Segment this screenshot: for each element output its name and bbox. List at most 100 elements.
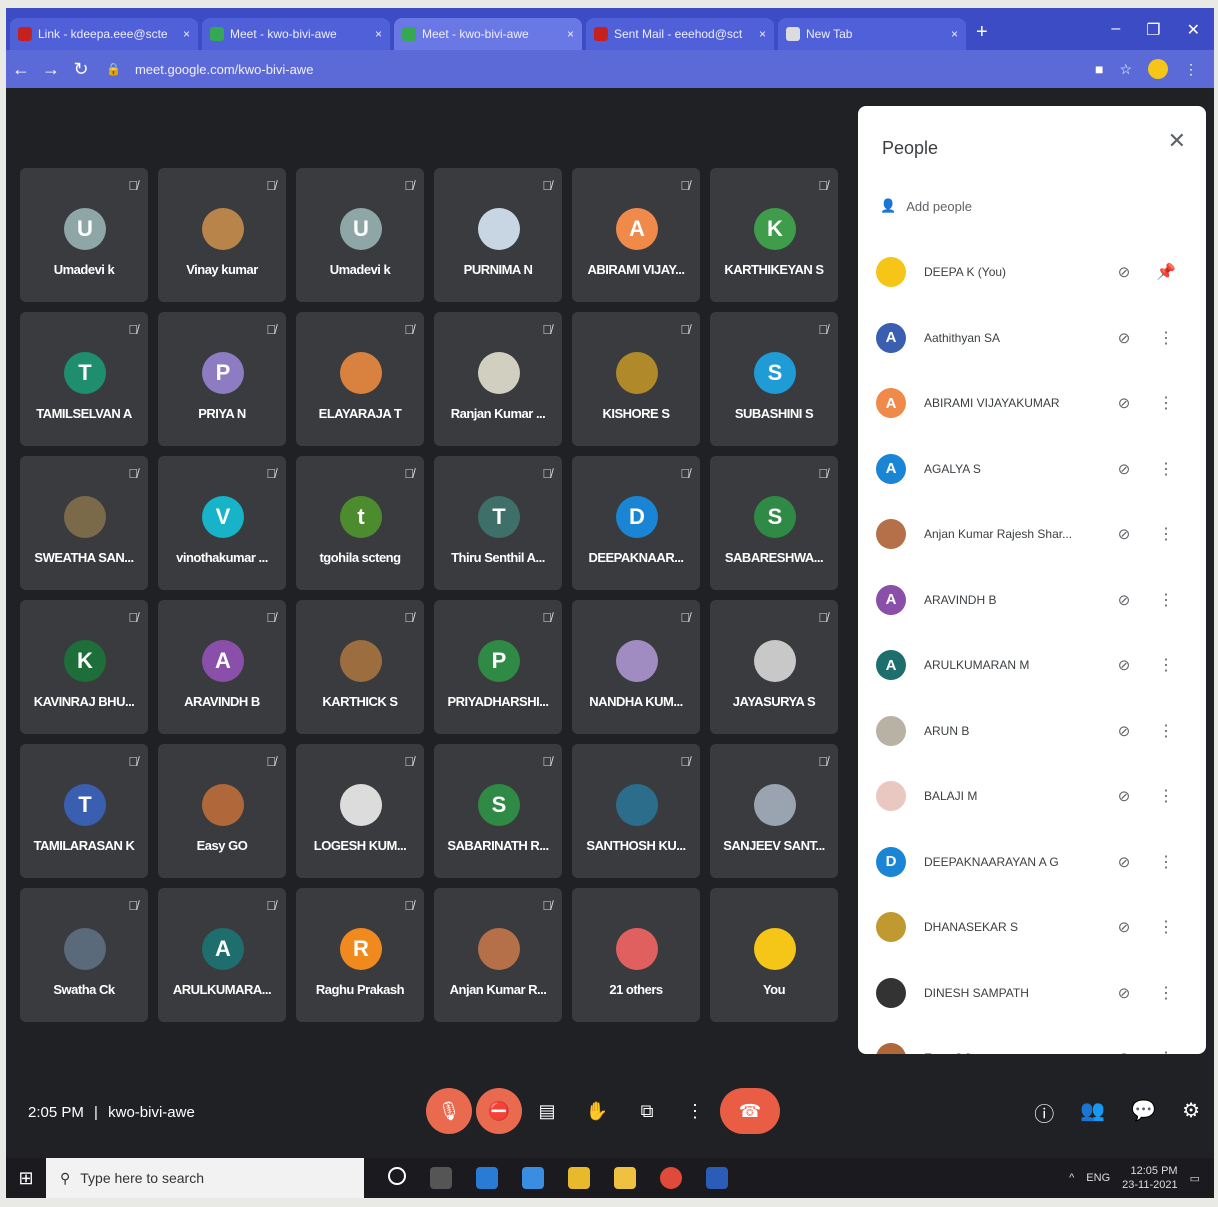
participant-tile[interactable]: 🎙̸ Easy GO bbox=[158, 744, 286, 878]
mic-muted-icon[interactable]: ⊘ bbox=[1114, 591, 1134, 609]
participant-tile[interactable]: 🎙̸ U Umadevi k bbox=[20, 168, 148, 302]
participant-tile[interactable]: 🎙̸ T TAMILARASAN K bbox=[20, 744, 148, 878]
tab-close-icon[interactable]: × bbox=[567, 27, 574, 41]
menu-dots-icon[interactable]: ⋮ bbox=[1184, 61, 1198, 78]
tab-close-icon[interactable]: × bbox=[375, 27, 382, 41]
camera-icon[interactable]: ■ bbox=[1095, 61, 1103, 77]
file-explorer-icon[interactable] bbox=[614, 1167, 636, 1189]
tray-lang[interactable]: ENG bbox=[1086, 1172, 1110, 1184]
participant-tile[interactable]: 🎙̸ P PRIYA N bbox=[158, 312, 286, 446]
participant-tile[interactable]: You bbox=[710, 888, 838, 1022]
participant-tile[interactable]: 🎙̸ SANTHOSH KU... bbox=[572, 744, 700, 878]
forward-icon[interactable]: → bbox=[36, 59, 66, 80]
notifications-icon[interactable]: ▭ bbox=[1190, 1172, 1200, 1185]
mic-muted-icon[interactable]: ⊘ bbox=[1114, 918, 1134, 936]
more-options-icon[interactable]: ⋮ bbox=[1156, 328, 1176, 348]
participant-tile[interactable]: 🎙̸ LOGESH KUM... bbox=[296, 744, 424, 878]
mic-muted-icon[interactable]: ⊘ bbox=[1114, 394, 1134, 412]
participant-tile[interactable]: 🎙̸ T TAMILSELVAN A bbox=[20, 312, 148, 446]
participant-tile[interactable]: 🎙̸ KISHORE S bbox=[572, 312, 700, 446]
restore-icon[interactable]: ❐ bbox=[1146, 20, 1160, 40]
mic-muted-icon[interactable]: ⊘ bbox=[1114, 460, 1134, 478]
mic-muted-icon[interactable]: ⊘ bbox=[1114, 984, 1134, 1002]
participant-tile[interactable]: 🎙̸ Vinay kumar bbox=[158, 168, 286, 302]
add-people-button[interactable]: 👤 Add people bbox=[880, 198, 972, 214]
browser-tab[interactable]: Meet - kwo-bivi-awe × bbox=[394, 18, 582, 50]
mic-muted-icon[interactable]: ⊘ bbox=[1114, 525, 1134, 543]
participant-tile[interactable]: 🎙̸ Vvinothakumar ... bbox=[158, 456, 286, 590]
participant-tile[interactable]: 🎙̸ SWEATHA SAN... bbox=[20, 456, 148, 590]
participant-tile[interactable]: 🎙̸ U Umadevi k bbox=[296, 168, 424, 302]
activities-icon[interactable]: ⚙ bbox=[1182, 1098, 1200, 1127]
participant-tile[interactable]: 🎙̸ A ABIRAMI VIJAY... bbox=[572, 168, 700, 302]
participant-list-item[interactable]: A ARAVINDH B ⊘ ⋮ bbox=[876, 580, 1186, 620]
word-icon[interactable] bbox=[706, 1167, 728, 1189]
mic-muted-icon[interactable]: ⊘ bbox=[1114, 656, 1134, 674]
more-options-icon[interactable]: ⋮ bbox=[1156, 1048, 1176, 1054]
chat-icon[interactable]: 💬 bbox=[1131, 1098, 1156, 1127]
participant-tile[interactable]: 🎙̸ S SUBASHINI S bbox=[710, 312, 838, 446]
tray-time[interactable]: 12:05 PM bbox=[1131, 1165, 1178, 1177]
more-options-icon[interactable]: ⋮ bbox=[1156, 393, 1176, 413]
captions-button[interactable]: ▤ bbox=[530, 1088, 564, 1134]
mic-muted-icon[interactable]: ⊘ bbox=[1114, 263, 1134, 281]
participant-tile[interactable]: 🎙̸ D DEEPAKNAAR... bbox=[572, 456, 700, 590]
reload-icon[interactable]: ↻ bbox=[66, 59, 96, 80]
url-field[interactable]: meet.google.com/kwo-bivi-awe bbox=[135, 62, 313, 77]
participant-tile[interactable]: 🎙̸ Ranjan Kumar ... bbox=[434, 312, 562, 446]
participant-tile[interactable]: 🎙̸ Swatha Ck bbox=[20, 888, 148, 1022]
participant-tile[interactable]: 🎙̸ A ARAVINDH B bbox=[158, 600, 286, 734]
present-button[interactable]: ⧉ bbox=[630, 1088, 664, 1134]
participant-tile[interactable]: 🎙̸ KARTHICK S bbox=[296, 600, 424, 734]
tab-close-icon[interactable]: × bbox=[951, 27, 958, 41]
participant-list-item[interactable]: BALAJI M ⊘ ⋮ bbox=[876, 776, 1186, 816]
browser-tab[interactable]: New Tab × bbox=[778, 18, 966, 50]
participant-tile[interactable]: 🎙̸ t tgohila scteng bbox=[296, 456, 424, 590]
leave-call-button[interactable]: ☎ bbox=[720, 1088, 780, 1134]
participant-list-item[interactable]: A ARULKUMARAN M ⊘ ⋮ bbox=[876, 645, 1186, 685]
info-icon[interactable]: ⓘ bbox=[1034, 1098, 1054, 1127]
participant-list-item[interactable]: A Aathithyan SA ⊘ ⋮ bbox=[876, 318, 1186, 358]
edge-icon[interactable] bbox=[476, 1167, 498, 1189]
participant-tile[interactable]: 🎙̸ PURNIMA N bbox=[434, 168, 562, 302]
profile-avatar[interactable] bbox=[1148, 59, 1168, 79]
participant-list-item[interactable]: DINESH SAMPATH ⊘ ⋮ bbox=[876, 973, 1186, 1013]
participant-list-item[interactable]: D DEEPAKNAARAYAN A G ⊘ ⋮ bbox=[876, 842, 1186, 882]
participant-list-item[interactable]: DEEPA K (You) ⊘ 📌 bbox=[876, 252, 1186, 292]
windows-start-icon[interactable]: ⊞ bbox=[6, 1168, 46, 1189]
more-options-icon[interactable]: ⋮ bbox=[1156, 655, 1176, 675]
participant-list-item[interactable]: A AGALYA S ⊘ ⋮ bbox=[876, 449, 1186, 489]
new-tab-button[interactable]: + bbox=[976, 21, 988, 44]
browser-tab[interactable]: Meet - kwo-bivi-awe × bbox=[202, 18, 390, 50]
pin-icon[interactable]: 📌 bbox=[1156, 262, 1176, 282]
minimize-icon[interactable]: – bbox=[1111, 20, 1120, 40]
tray-chevron-icon[interactable]: ^ bbox=[1069, 1172, 1074, 1184]
tray-date[interactable]: 23-11-2021 bbox=[1122, 1179, 1177, 1191]
participant-list-item[interactable]: Easy GO ⊘ ⋮ bbox=[876, 1038, 1186, 1054]
more-options-icon[interactable]: ⋮ bbox=[1156, 983, 1176, 1003]
mic-muted-icon[interactable]: ⊘ bbox=[1114, 787, 1134, 805]
task-view-icon[interactable] bbox=[430, 1167, 452, 1189]
browser-tab[interactable]: Link - kdeepa.eee@scte × bbox=[10, 18, 198, 50]
participant-list-item[interactable]: DHANASEKAR S ⊘ ⋮ bbox=[876, 907, 1186, 947]
participant-list-item[interactable]: Anjan Kumar Rajesh Shar... ⊘ ⋮ bbox=[876, 514, 1186, 554]
more-options-icon[interactable]: ⋮ bbox=[1156, 786, 1176, 806]
more-options-icon[interactable]: ⋮ bbox=[1156, 852, 1176, 872]
participant-list-item[interactable]: A ABIRAMI VIJAYAKUMAR ⊘ ⋮ bbox=[876, 383, 1186, 423]
participant-tile[interactable]: 🎙̸ A ARULKUMARA... bbox=[158, 888, 286, 1022]
more-options-icon[interactable]: ⋮ bbox=[1156, 721, 1176, 741]
mic-muted-icon[interactable]: ⊘ bbox=[1114, 329, 1134, 347]
mic-muted-icon[interactable]: ⊘ bbox=[1114, 722, 1134, 740]
store-icon[interactable] bbox=[568, 1167, 590, 1189]
more-options-button[interactable]: ⋮ bbox=[678, 1088, 712, 1134]
participant-list-item[interactable]: ARUN B ⊘ ⋮ bbox=[876, 711, 1186, 751]
tab-close-icon[interactable]: × bbox=[183, 27, 190, 41]
participant-tile[interactable]: 🎙̸ Anjan Kumar R... bbox=[434, 888, 562, 1022]
back-icon[interactable]: ← bbox=[6, 59, 36, 80]
more-options-icon[interactable]: ⋮ bbox=[1156, 459, 1176, 479]
more-options-icon[interactable]: ⋮ bbox=[1156, 590, 1176, 610]
mic-off-button[interactable]: 🎙 bbox=[426, 1088, 472, 1134]
participant-tile[interactable]: 🎙̸ JAYASURYA S bbox=[710, 600, 838, 734]
participant-tile[interactable]: 🎙̸ P PRIYADHARSHI... bbox=[434, 600, 562, 734]
raise-hand-button[interactable]: ✋ bbox=[580, 1088, 614, 1134]
